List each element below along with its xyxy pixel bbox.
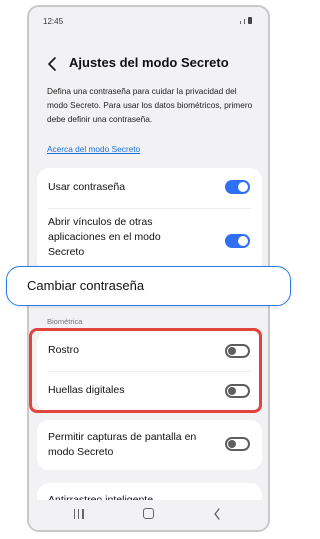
recents-icon[interactable] bbox=[74, 509, 84, 519]
screenshots-label: Permitir capturas de pantalla en modo Se… bbox=[48, 431, 197, 458]
signal-icon bbox=[240, 21, 241, 24]
status-bar: 12:45 bbox=[29, 7, 268, 33]
change-password-row[interactable]: Cambiar contraseña bbox=[6, 266, 291, 306]
status-icons bbox=[240, 17, 252, 24]
open-links-row[interactable]: Abrir vínculos de otras aplicaciones en … bbox=[37, 209, 262, 272]
page-title: Ajustes del modo Secreto bbox=[69, 55, 229, 70]
open-links-label: Abrir vínculos de otras aplicaciones en … bbox=[48, 216, 161, 258]
screenshots-row[interactable]: Permitir capturas de pantalla en modo Se… bbox=[37, 420, 262, 470]
use-password-toggle[interactable] bbox=[225, 180, 250, 194]
biometrics-card: Rostro Huellas digitales bbox=[37, 331, 262, 411]
open-links-toggle[interactable] bbox=[225, 234, 250, 248]
home-icon[interactable] bbox=[143, 508, 154, 519]
screenshots-toggle[interactable] bbox=[225, 437, 250, 451]
status-time: 12:45 bbox=[43, 17, 64, 26]
battery-icon bbox=[248, 17, 252, 24]
face-row[interactable]: Rostro bbox=[37, 331, 262, 371]
navigation-bar bbox=[29, 500, 268, 530]
fingerprints-toggle[interactable] bbox=[225, 384, 250, 398]
fingerprints-label: Huellas digitales bbox=[48, 384, 125, 396]
biometrics-section-label: Biométrica bbox=[47, 317, 83, 326]
fingerprints-row[interactable]: Huellas digitales bbox=[37, 372, 262, 411]
password-settings-card: Usar contraseña Abrir vínculos de otras … bbox=[37, 168, 262, 272]
change-password-label: Cambiar contraseña bbox=[27, 278, 145, 293]
header: Ajustes del modo Secreto bbox=[29, 49, 268, 79]
screenshots-card: Permitir capturas de pantalla en modo Se… bbox=[37, 420, 262, 470]
description-text: Defina una contraseña para cuidar la pri… bbox=[47, 86, 253, 124]
face-label: Rostro bbox=[48, 344, 79, 356]
use-password-label: Usar contraseña bbox=[48, 181, 126, 193]
back-arrow-icon[interactable] bbox=[45, 56, 59, 72]
about-secret-mode-link[interactable]: Acerca del modo Secreto bbox=[47, 144, 140, 154]
nav-back-icon[interactable] bbox=[212, 507, 222, 521]
use-password-row[interactable]: Usar contraseña bbox=[37, 168, 262, 208]
face-toggle[interactable] bbox=[225, 344, 250, 358]
